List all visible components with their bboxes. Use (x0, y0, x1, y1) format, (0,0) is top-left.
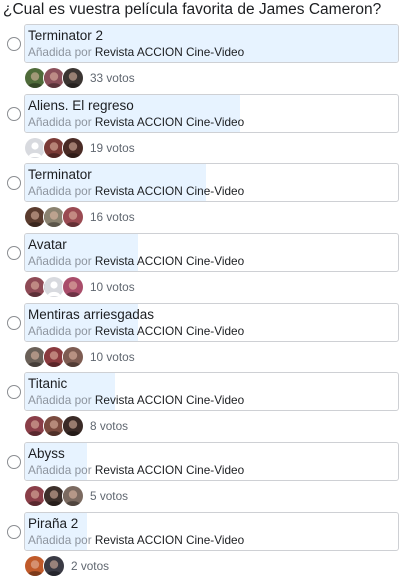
added-by-author[interactable]: Revista ACCION Cine-Video (95, 254, 244, 268)
voter-avatar[interactable] (62, 415, 84, 438)
votes-count[interactable]: 19 votos (90, 141, 135, 155)
voter-avatar[interactable] (62, 276, 84, 299)
added-by-label: Añadida por (28, 114, 92, 129)
option-added-by: Añadida por Revista ACCION Cine-Video (28, 533, 244, 548)
voter-avatars[interactable] (24, 345, 84, 368)
option-radio-button[interactable] (7, 176, 21, 191)
option-radio-button[interactable] (7, 106, 21, 121)
voters-row: 8 votos (24, 414, 128, 438)
option-bar[interactable]: Terminator Añadida por Revista ACCION Cin… (24, 163, 399, 203)
voters-row: 19 votos (24, 136, 135, 160)
voter-avatars[interactable] (24, 136, 84, 159)
votes-count[interactable]: 10 votos (90, 350, 135, 364)
added-by-author[interactable]: Revista ACCION Cine-Video (95, 115, 244, 129)
added-by-label: Añadida por (28, 463, 92, 478)
option-title: Avatar (28, 237, 67, 253)
added-by-label: Añadida por (28, 254, 92, 269)
poll-option: Piraña 2 Añadida por Revista ACCION Cine-… (0, 510, 400, 580)
poll-option: Terminator Añadida por Revista ACCION Cin… (0, 161, 400, 231)
voters-row: 5 votos (24, 484, 128, 508)
voters-row: 10 votos (24, 345, 135, 369)
voter-avatar[interactable] (43, 554, 65, 577)
option-bar[interactable]: Abyss Añadida por Revista ACCION Cine-Vid… (24, 442, 399, 482)
voter-avatars[interactable] (24, 206, 84, 229)
votes-count[interactable]: 10 votos (90, 280, 135, 294)
option-added-by: Añadida por Revista ACCION Cine-Video (28, 393, 244, 408)
voters-row: 33 votos (24, 66, 135, 90)
option-added-by: Añadida por Revista ACCION Cine-Video (28, 254, 244, 269)
added-by-label: Añadida por (28, 393, 92, 408)
poll-option: Aliens. El regreso Añadida por Revista AC… (0, 92, 400, 162)
option-title: Terminator 2 (28, 28, 104, 43)
voter-avatar[interactable] (62, 206, 84, 229)
option-title: Aliens. El regreso (28, 97, 134, 113)
option-radio-button[interactable] (7, 524, 21, 539)
votes-count[interactable]: 8 votos (90, 419, 128, 433)
option-title: Terminator (28, 167, 92, 183)
votes-count[interactable]: 2 votos (71, 559, 109, 573)
option-bar[interactable]: Mentiras arriesgadas Añadida por Revista … (24, 302, 399, 342)
option-bar[interactable]: Aliens. El regreso Añadida por Revista AC… (24, 93, 399, 133)
voter-avatar[interactable] (62, 345, 84, 368)
option-radio-button[interactable] (7, 385, 21, 400)
voter-avatars[interactable] (24, 276, 84, 299)
option-title: Mentiras arriesgadas (28, 306, 155, 322)
voter-avatars[interactable] (24, 67, 84, 89)
votes-count[interactable]: 33 votos (90, 71, 135, 85)
option-radio-button[interactable] (7, 37, 21, 51)
voter-avatars[interactable] (24, 485, 84, 508)
added-by-author[interactable]: Revista ACCION Cine-Video (95, 533, 244, 547)
voter-avatar[interactable] (62, 485, 84, 508)
option-bar[interactable]: Avatar Añadida por Revista ACCION Cine-Vi… (24, 233, 399, 273)
option-radio-button[interactable] (7, 455, 21, 470)
option-bar[interactable]: Piraña 2 Añadida por Revista ACCION Cine-… (24, 511, 399, 551)
voter-avatars[interactable] (24, 554, 65, 577)
added-by-author[interactable]: Revista ACCION Cine-Video (95, 45, 244, 59)
added-by-label: Añadida por (28, 532, 92, 547)
voter-avatar[interactable] (62, 136, 84, 159)
added-by-author[interactable]: Revista ACCION Cine-Video (95, 463, 244, 477)
voter-avatars[interactable] (24, 415, 84, 438)
poll-option: Titanic Añadida por Revista ACCION Cine-V… (0, 370, 400, 440)
added-by-author[interactable]: Revista ACCION Cine-Video (95, 324, 244, 338)
option-radio-button[interactable] (7, 246, 21, 261)
option-title: Piraña 2 (28, 515, 79, 531)
added-by-label: Añadida por (28, 184, 92, 199)
poll-option: Abyss Añadida por Revista ACCION Cine-Vid… (0, 440, 400, 510)
added-by-label: Añadida por (28, 323, 92, 338)
option-added-by: Añadida por Revista ACCION Cine-Video (28, 463, 244, 478)
voters-row: 2 votos (24, 554, 109, 578)
option-added-by: Añadida por Revista ACCION Cine-Video (28, 115, 244, 130)
voter-avatar[interactable] (62, 67, 84, 89)
poll-option: Avatar Añadida por Revista ACCION Cine-Vi… (0, 231, 400, 301)
option-bar[interactable]: Titanic Añadida por Revista ACCION Cine-V… (24, 372, 399, 412)
poll-option: Terminator 2 Añadida por Revista ACCION C… (0, 22, 400, 92)
added-by-author[interactable]: Revista ACCION Cine-Video (95, 393, 244, 407)
added-by-author[interactable]: Revista ACCION Cine-Video (95, 184, 244, 198)
added-by-label: Añadida por (28, 45, 92, 59)
option-added-by: Añadida por Revista ACCION Cine-Video (28, 184, 244, 199)
option-title: Abyss (28, 446, 65, 462)
votes-count[interactable]: 16 votos (90, 210, 135, 224)
voters-row: 10 votos (24, 275, 135, 299)
option-bar[interactable]: Terminator 2 Añadida por Revista ACCION C… (24, 24, 399, 63)
votes-count[interactable]: 5 votos (90, 489, 128, 503)
voters-row: 16 votos (24, 205, 135, 229)
option-title: Titanic (28, 376, 68, 392)
option-added-by: Añadida por Revista ACCION Cine-Video (28, 324, 244, 339)
poll-options: Terminator 2 Añadida por Revista ACCION C… (0, 22, 400, 580)
option-radio-button[interactable] (7, 315, 21, 330)
poll-option: Mentiras arriesgadas Añadida por Revista … (0, 301, 400, 371)
poll-question: ¿Cual es vuestra película favorita de Ja… (3, 1, 382, 18)
option-added-by: Añadida por Revista ACCION Cine-Video (28, 45, 244, 60)
